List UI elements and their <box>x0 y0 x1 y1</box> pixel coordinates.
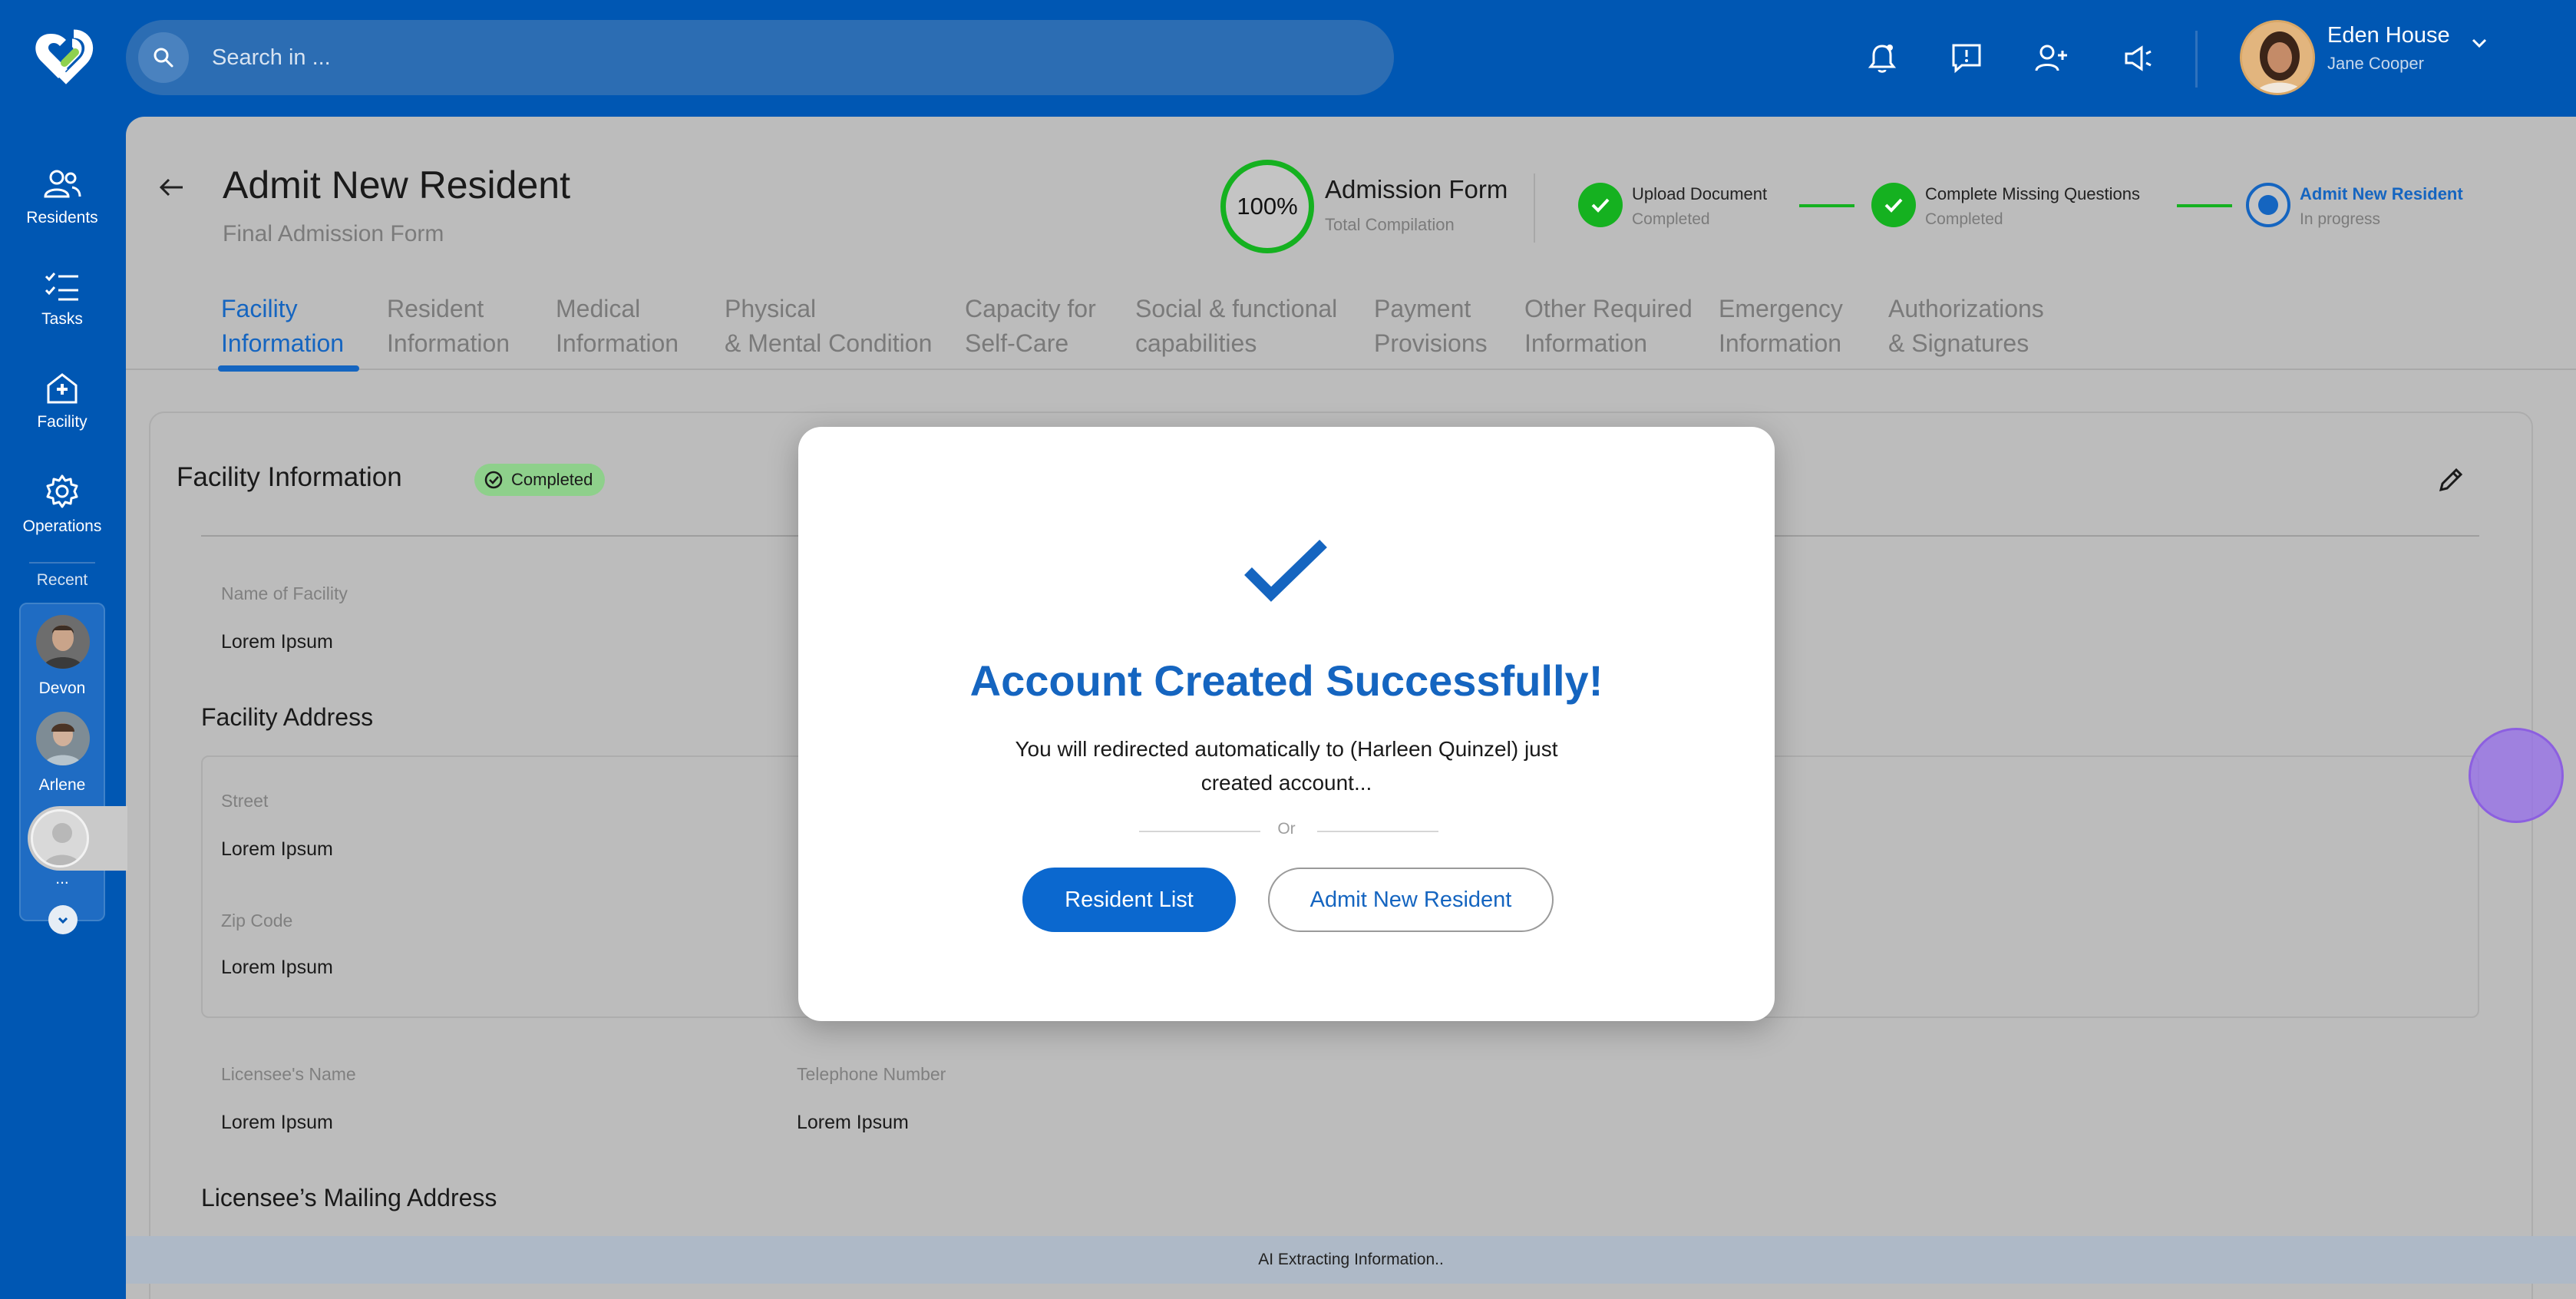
tab-social-functional[interactable]: Social & functional capabilities <box>1135 292 1337 361</box>
tab-facility-information[interactable]: Facility Information <box>221 292 344 361</box>
user-name: Jane Cooper <box>2327 54 2424 73</box>
recent-divider <box>29 562 95 564</box>
tab-other-required[interactable]: Other Required Information <box>1524 292 1693 361</box>
field-label: Street <box>221 791 269 811</box>
step-in-progress-icon <box>2246 183 2290 227</box>
step-connector <box>1799 204 1854 207</box>
step-label: Admit New Resident <box>2300 184 2463 203</box>
subsection-title: Facility Address <box>201 703 374 731</box>
page-title: Admit New Resident <box>223 164 570 207</box>
user-avatar[interactable] <box>2240 20 2315 95</box>
recent-name[interactable]: ... <box>21 870 104 888</box>
recent-label: Recent <box>36 571 88 589</box>
recent-residents: Devon Arlene ... <box>19 603 105 934</box>
field-value: Lorem Ipsum <box>797 1112 909 1133</box>
search-input[interactable]: Search in ... <box>212 45 331 71</box>
step-label: Complete Missing Questions <box>1925 184 2141 203</box>
ai-status-bar: AI Extracting Information.. <box>126 1236 2576 1284</box>
checkmark-icon <box>1240 536 1333 605</box>
recent-avatar-devon[interactable] <box>36 615 90 669</box>
field-label: Telephone Number <box>797 1064 946 1084</box>
sidebar-item-label: Operations <box>22 517 102 535</box>
success-modal: Account Created Successfully! You will r… <box>798 427 1775 1021</box>
step-state: Completed <box>1925 210 2003 228</box>
tab-emergency-information[interactable]: Emergency Information <box>1719 292 1843 361</box>
step-state: Completed <box>1632 210 1710 228</box>
app-logo[interactable] <box>28 28 97 86</box>
tab-physical-mental-condition[interactable]: Physical & Mental Condition <box>725 292 932 361</box>
field-value: Lorem Ipsum <box>221 838 333 860</box>
step-check-icon <box>1871 183 1916 227</box>
feedback-icon[interactable] <box>1947 38 1986 78</box>
add-user-icon[interactable] <box>2031 38 2071 78</box>
status-badge: Completed <box>474 464 606 496</box>
admission-form-title: Admission Form <box>1325 175 1508 203</box>
or-label: Or <box>1277 820 1296 838</box>
tab-medical-information[interactable]: Medical Information <box>556 292 679 361</box>
field-value: Lorem Ipsum <box>221 631 333 653</box>
chevron-down-icon[interactable] <box>48 905 78 934</box>
back-arrow-icon[interactable] <box>157 172 187 203</box>
cursor-indicator <box>2469 728 2564 823</box>
admission-form-subtitle: Total Compilation <box>1325 215 1455 234</box>
notification-bell-icon[interactable] <box>1862 38 1902 78</box>
recent-name[interactable]: Arlene <box>21 776 104 795</box>
tasks-icon <box>45 273 78 301</box>
sidebar-item-label: Residents <box>26 209 98 226</box>
field-label: Name of Facility <box>221 583 348 603</box>
facility-name[interactable]: Eden House <box>2327 23 2450 48</box>
completion-ring: 100% <box>1220 160 1314 253</box>
sidebar-item-residents[interactable]: Residents <box>0 167 124 227</box>
sidebar-item-tasks[interactable]: Tasks <box>0 269 124 329</box>
check-circle-icon <box>484 471 503 489</box>
recent-name[interactable]: Devon <box>21 679 104 698</box>
sidebar-item-operations[interactable]: Operations <box>0 473 124 536</box>
search-bar[interactable]: Search in ... <box>126 20 1394 95</box>
facility-icon <box>47 373 78 404</box>
residents-icon <box>44 170 81 198</box>
tab-payment-provisions[interactable]: Payment Provisions <box>1374 292 1488 361</box>
tab-authorizations-signatures[interactable]: Authorizations & Signatures <box>1888 292 2044 361</box>
tab-capacity-self-care[interactable]: Capacity for Self-Care <box>965 292 1096 361</box>
recent-avatar-arlene[interactable] <box>36 712 90 765</box>
status-badge-label: Completed <box>511 470 593 489</box>
sidebar-item-label: Tasks <box>41 310 83 328</box>
field-label: Licensee's Name <box>221 1064 356 1084</box>
recent-avatar-placeholder[interactable] <box>28 806 127 871</box>
step-check-icon <box>1578 183 1623 227</box>
section-title: Facility Information <box>177 462 402 492</box>
subsection-title: Licensee’s Mailing Address <box>201 1184 497 1211</box>
chevron-down-icon[interactable] <box>2467 31 2492 55</box>
header-divider <box>2195 31 2198 88</box>
or-divider-right <box>1317 831 1438 832</box>
tab-resident-information[interactable]: Resident Information <box>387 292 510 361</box>
step-label: Upload Document <box>1632 184 1768 203</box>
field-value: Lorem Ipsum <box>221 1112 333 1133</box>
step-connector <box>2177 204 2232 207</box>
modal-title: Account Created Successfully! <box>969 656 1603 705</box>
progress-divider <box>1534 174 1535 243</box>
form-tabs: Facility Information Resident Informatio… <box>126 278 2576 372</box>
active-tab-indicator <box>218 365 359 372</box>
search-icon[interactable] <box>138 32 189 83</box>
modal-message: You will redirected automatically to (Ha… <box>1015 737 1558 795</box>
step-state: In progress <box>2300 210 2381 228</box>
admit-new-resident-button[interactable]: Admit New Resident <box>1268 868 1554 932</box>
page-subtitle: Final Admission Form <box>223 221 444 246</box>
edit-pencil-icon[interactable] <box>2436 465 2465 494</box>
field-value: Lorem Ipsum <box>221 957 333 978</box>
gear-icon <box>46 474 78 508</box>
completion-percent: 100% <box>1237 193 1298 220</box>
sidebar-item-facility[interactable]: Facility <box>0 372 124 431</box>
announcement-icon[interactable] <box>2117 38 2157 78</box>
field-label: Zip Code <box>221 911 293 930</box>
resident-list-button[interactable]: Resident List <box>1022 868 1236 932</box>
sidebar-item-label: Facility <box>37 413 88 431</box>
